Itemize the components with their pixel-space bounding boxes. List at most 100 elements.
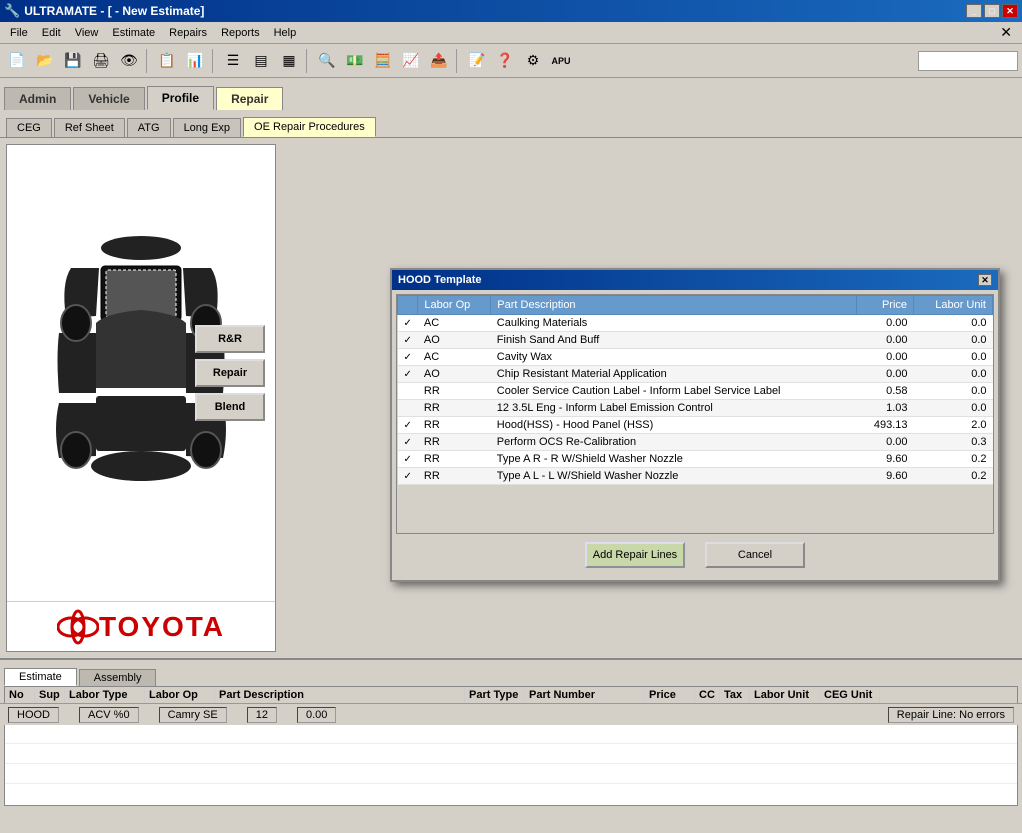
toolbar-export[interactable]: 📤 [426, 48, 452, 74]
bottom-tab-estimate[interactable]: Estimate [4, 668, 77, 686]
sub-tab-oe[interactable]: OE Repair Procedures [243, 117, 376, 137]
row-price-4: 0.58 [857, 383, 914, 400]
row-check-5[interactable] [398, 400, 418, 417]
sub-tab-longexp[interactable]: Long Exp [173, 118, 241, 137]
table-row: ✓ RR Hood(HSS) - Hood Panel (HSS) 493.13… [398, 417, 993, 434]
status-acv: ACV %0 [79, 707, 139, 723]
toolbar-zoom[interactable]: 🔍 [314, 48, 340, 74]
modal-table: Labor Op Part Description Price Labor Un… [397, 295, 993, 485]
row-laborop-9: RR [418, 468, 491, 485]
menu-view[interactable]: View [69, 25, 105, 41]
cancel-btn[interactable]: Cancel [705, 542, 805, 568]
blend-button[interactable]: Blend [195, 393, 265, 421]
add-repair-lines-btn[interactable]: Add Repair Lines [585, 542, 685, 568]
toolbar-doc[interactable]: 📝 [464, 48, 490, 74]
row-check-4[interactable] [398, 383, 418, 400]
toolbar-btn5[interactable]: 📋 [154, 48, 180, 74]
close-btn[interactable]: ✕ [1002, 4, 1018, 18]
row-check-9[interactable]: ✓ [398, 468, 418, 485]
title-text: ULTRAMATE - [ - New Estimate] [24, 4, 204, 18]
row-partdesc-3: Chip Resistant Material Application [491, 366, 857, 383]
randr-button[interactable]: R&R [195, 325, 265, 353]
minimize-btn[interactable]: _ [966, 4, 982, 18]
status-section: HOOD [8, 707, 59, 723]
table-row [5, 724, 1017, 744]
toolbar-btn7[interactable]: ☰ [220, 48, 246, 74]
row-partdesc-4: Cooler Service Caution Label - Inform La… [491, 383, 857, 400]
sub-tab-refsheet[interactable]: Ref Sheet [54, 118, 125, 137]
nav-tabs: Admin Vehicle Profile Repair [0, 78, 1022, 110]
table-row: ✓ AC Cavity Wax 0.00 0.0 [398, 349, 993, 366]
toolbar: 📄 📂 💾 🖨 👁 📋 📊 ☰ ▤ ▦ 🔍 💵 🧮 📈 📤 📝 ❓ ⚙ APU [0, 44, 1022, 78]
title-bar: 🔧 ULTRAMATE - [ - New Estimate] _ □ ✕ [0, 0, 1022, 22]
row-laborunit-8: 0.2 [914, 451, 993, 468]
repair-buttons: R&R Repair Blend [195, 325, 265, 421]
toolbar-btn6[interactable]: 📊 [182, 48, 208, 74]
row-partdesc-6: Hood(HSS) - Hood Panel (HSS) [491, 417, 857, 434]
left-panel: R&R Repair Blend TOYOTA [6, 144, 276, 652]
row-price-0: 0.00 [857, 315, 914, 332]
row-check-1[interactable]: ✓ [398, 332, 418, 349]
menu-estimate[interactable]: Estimate [106, 25, 161, 41]
toolbar-search-input[interactable] [918, 51, 1018, 71]
menu-reports[interactable]: Reports [215, 25, 266, 41]
row-partdesc-0: Caulking Materials [491, 315, 857, 332]
sub-tab-atg[interactable]: ATG [127, 118, 171, 137]
grid-col-laborunit: Labor Unit [750, 687, 820, 703]
toolbar-calc[interactable]: 🧮 [370, 48, 396, 74]
row-laborunit-9: 0.2 [914, 468, 993, 485]
toolbar-open[interactable]: 📂 [32, 48, 58, 74]
row-check-6[interactable]: ✓ [398, 417, 418, 434]
grid-col-laborop: Labor Op [145, 687, 215, 703]
repair-button[interactable]: Repair [195, 359, 265, 387]
toolbar-btn8[interactable]: ▤ [248, 48, 274, 74]
nav-tab-admin[interactable]: Admin [4, 87, 71, 110]
nav-tab-repair[interactable]: Repair [216, 87, 283, 110]
row-price-6: 493.13 [857, 417, 914, 434]
menu-edit[interactable]: Edit [36, 25, 67, 41]
nav-tab-profile[interactable]: Profile [147, 86, 214, 110]
menu-file[interactable]: File [4, 25, 34, 41]
menu-close-icon[interactable]: ✕ [994, 24, 1018, 41]
toolbar-new[interactable]: 📄 [4, 48, 30, 74]
bottom-tab-assembly[interactable]: Assembly [79, 669, 157, 686]
sub-tab-ceg[interactable]: CEG [6, 118, 52, 137]
row-laborunit-3: 0.0 [914, 366, 993, 383]
grid-col-partnumber: Part Number [525, 687, 645, 703]
status-repair-line: Repair Line: No errors [888, 707, 1014, 723]
table-row: ✓ AO Finish Sand And Buff 0.00 0.0 [398, 332, 993, 349]
modal-close-btn[interactable]: ✕ [978, 274, 992, 286]
row-check-0[interactable]: ✓ [398, 315, 418, 332]
grid-col-cegunit: CEG Unit [820, 687, 880, 703]
toolbar-settings[interactable]: ⚙ [520, 48, 546, 74]
nav-tab-vehicle[interactable]: Vehicle [73, 87, 144, 110]
bottom-section: Estimate Assembly No Sup Labor Type Labo… [0, 658, 1022, 833]
table-row [5, 764, 1017, 784]
toolbar-btn9[interactable]: ▦ [276, 48, 302, 74]
row-laborunit-7: 0.3 [914, 434, 993, 451]
modal-title-bar: HOOD Template ✕ [392, 270, 998, 290]
modal-title-text: HOOD Template [398, 274, 482, 286]
toolbar-help[interactable]: ❓ [492, 48, 518, 74]
toolbar-print[interactable]: 🖨 [88, 48, 114, 74]
col-header-laborunit: Labor Unit [914, 296, 993, 315]
row-laborunit-1: 0.0 [914, 332, 993, 349]
row-check-7[interactable]: ✓ [398, 434, 418, 451]
maximize-btn[interactable]: □ [984, 4, 1000, 18]
row-check-2[interactable]: ✓ [398, 349, 418, 366]
toolbar-preview[interactable]: 👁 [116, 48, 142, 74]
menu-repairs[interactable]: Repairs [163, 25, 213, 41]
menu-help[interactable]: Help [268, 25, 303, 41]
hood-template-modal: HOOD Template ✕ Labor Op Part Descriptio… [390, 268, 1000, 582]
row-price-7: 0.00 [857, 434, 914, 451]
grid-col-price: Price [645, 687, 695, 703]
row-laborop-0: AC [418, 315, 491, 332]
row-partdesc-8: Type A R - R W/Shield Washer Nozzle [491, 451, 857, 468]
row-check-8[interactable]: ✓ [398, 451, 418, 468]
row-check-3[interactable]: ✓ [398, 366, 418, 383]
toolbar-save[interactable]: 💾 [60, 48, 86, 74]
toolbar-dollar[interactable]: 💵 [342, 48, 368, 74]
toolbar-chart[interactable]: 📈 [398, 48, 424, 74]
grid-col-tax: Tax [720, 687, 750, 703]
toolbar-apu[interactable]: APU [548, 48, 574, 74]
